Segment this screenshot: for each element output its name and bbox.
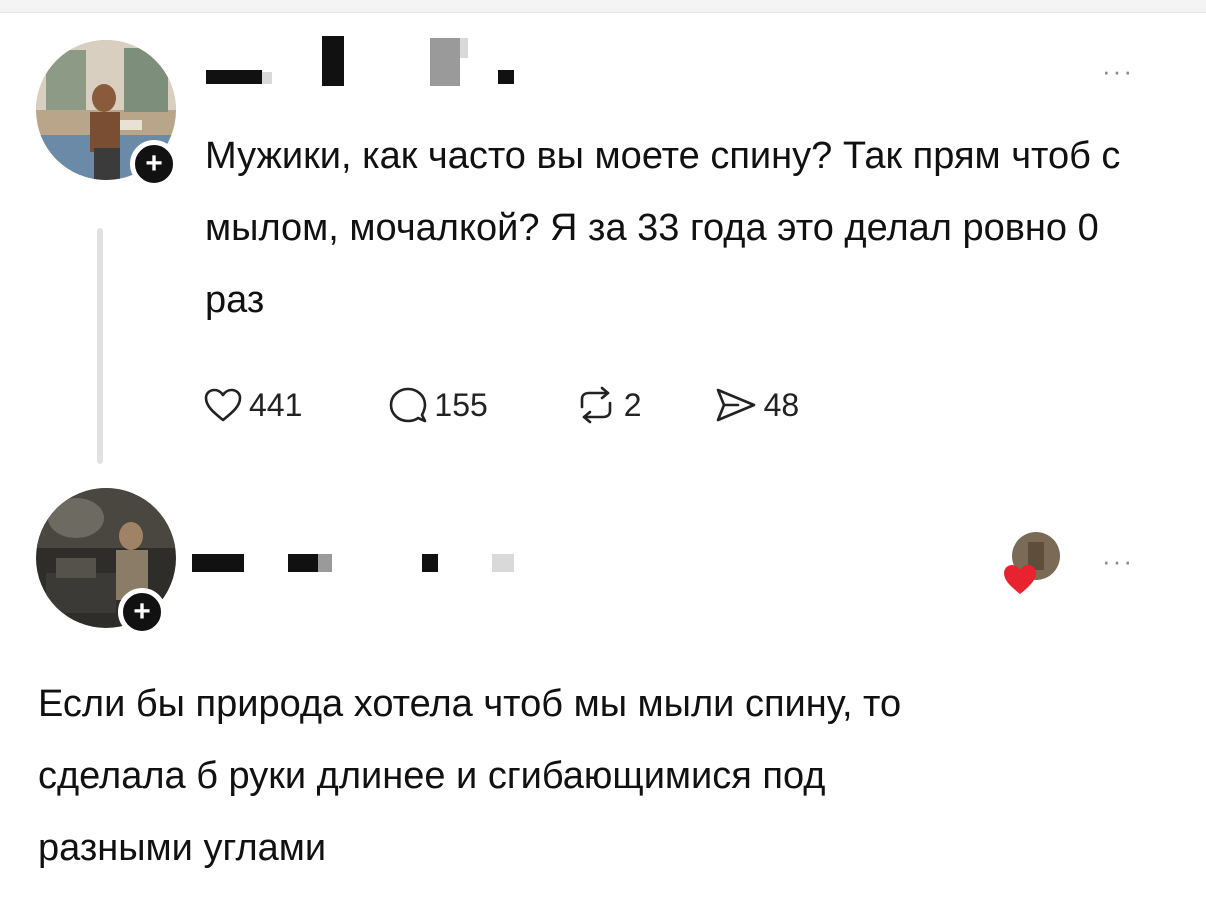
reply-text: Если бы природа хотела чтоб мы мыли спин… [38, 683, 902, 869]
comment-icon [390, 387, 427, 423]
follow-button[interactable]: + [130, 140, 178, 188]
heart-filled-icon [1004, 532, 1060, 594]
author-liked-indicator [1002, 528, 1062, 598]
send-icon [716, 388, 755, 422]
post-actions: 441 155 2 48 [203, 380, 799, 430]
repost-count: 2 [623, 386, 642, 423]
post-text: Мужики, как часто вы моете спину? Так пр… [205, 135, 1121, 321]
reply-button[interactable]: 155 [388, 385, 488, 425]
repost-icon [580, 386, 612, 424]
share-count: 48 [763, 386, 800, 423]
reply-count: 155 [434, 386, 488, 423]
author-name-redacted [206, 36, 514, 86]
more-options-button[interactable]: ··· [1102, 548, 1134, 574]
share-button[interactable]: 48 [714, 385, 800, 425]
top-edge [0, 0, 1206, 13]
thread-connector [97, 228, 103, 464]
like-button[interactable]: 441 [203, 387, 302, 424]
repost-button[interactable]: 2 [574, 385, 642, 425]
more-options-button[interactable]: ··· [1102, 58, 1134, 84]
follow-button[interactable]: + [118, 588, 166, 636]
reply-author-name-redacted [192, 548, 514, 576]
heart-icon [204, 388, 242, 422]
like-count: 441 [249, 386, 303, 423]
